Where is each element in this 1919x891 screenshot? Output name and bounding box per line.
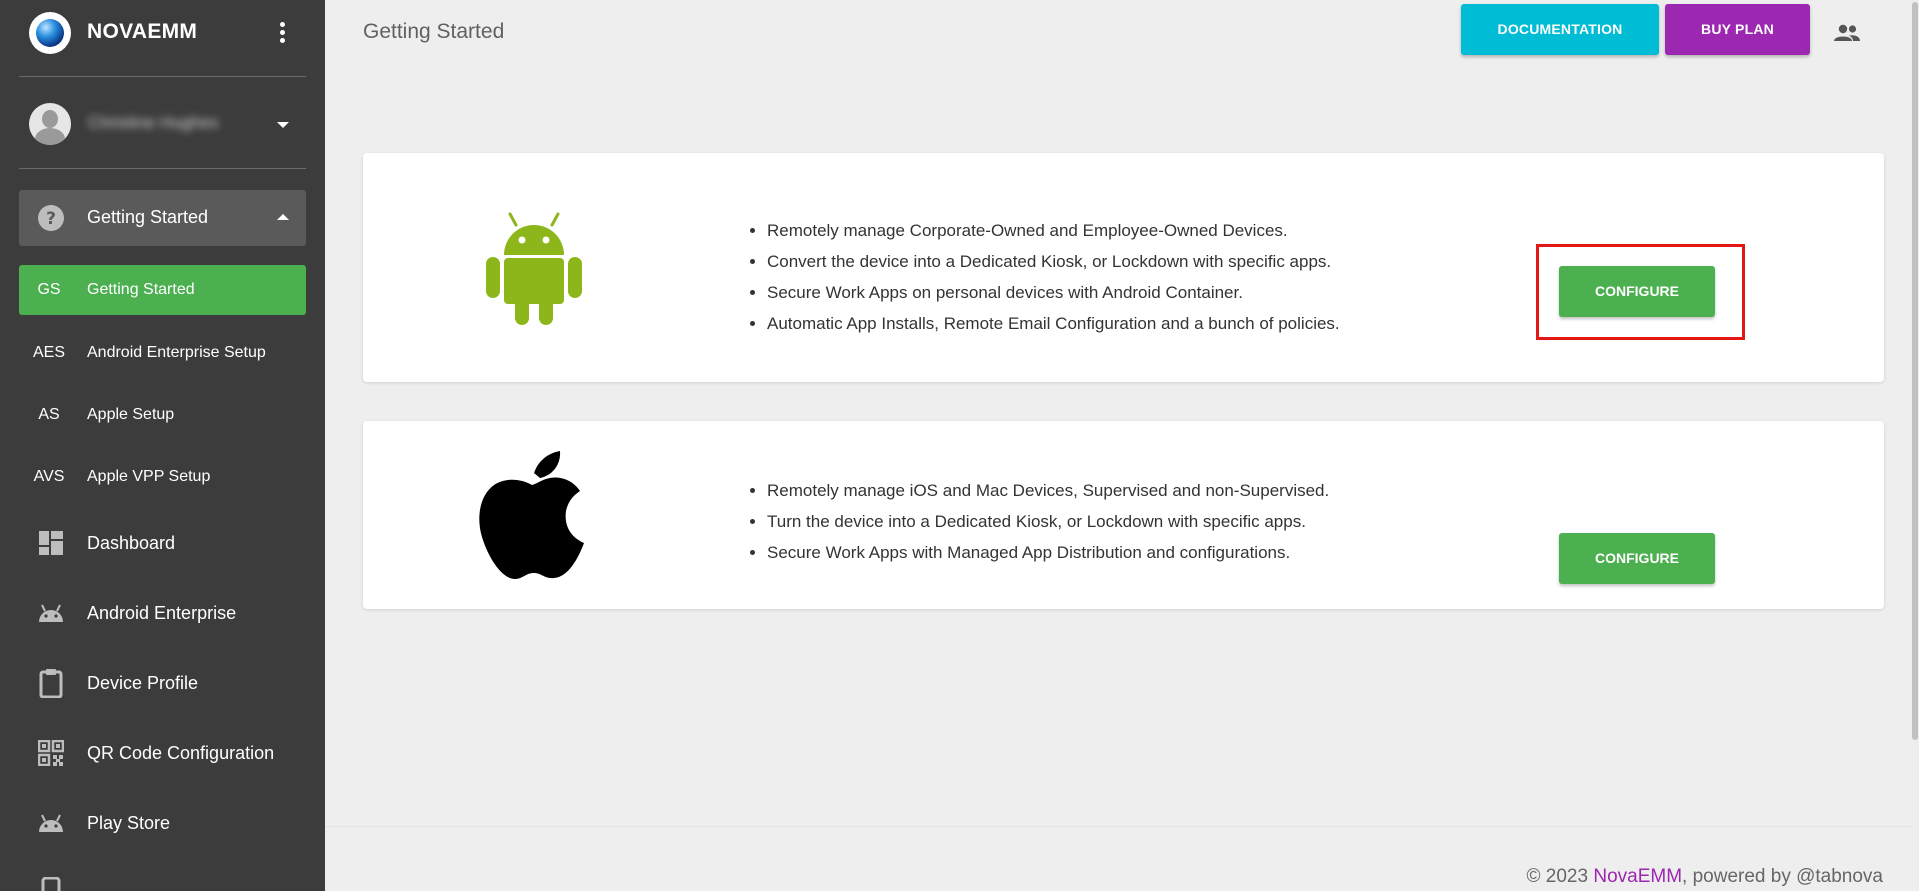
help-circle-icon: ? [38,205,64,231]
user-name: Christine Hughes [88,113,219,132]
documentation-button[interactable]: DOCUMENTATION [1461,4,1659,55]
highlight-box [1536,244,1745,340]
buy-plan-button[interactable]: BUY PLAN [1665,4,1810,55]
sidebar-subitem-label: Getting Started [87,281,195,298]
svg-text:?: ? [46,209,56,229]
footer-brand-link[interactable]: NovaEMM [1593,866,1682,887]
list-item: Remotely manage Corporate-Owned and Empl… [767,215,1340,246]
list-item: Secure Work Apps with Managed App Distri… [767,537,1329,568]
device-icon [41,877,61,891]
page-title: Getting Started [363,20,505,43]
user-menu[interactable]: Christine Hughes [0,95,325,151]
sidebar-subitem-abbr: AES [32,344,65,361]
sidebar-item-label: Device Profile [87,673,199,693]
sidebar-divider [19,76,306,77]
android-icon [39,814,63,832]
avatar [29,103,71,145]
footer-divider [325,826,1919,827]
sidebar-subitem-abbr: GS [37,281,61,298]
sidebar-divider [19,168,306,169]
qr-code-icon [38,740,64,766]
list-item: Secure Work Apps on personal devices wit… [767,277,1340,308]
footer-copyright: © 2023 [1526,866,1594,887]
caret-up-icon [277,214,289,220]
sidebar-item-label: Play Store [87,813,171,833]
sidebar: NOVAEMM Christine Hughes ? Getting Start… [0,0,325,891]
sidebar-item-android-enterprise[interactable]: Android Enterprise [19,585,306,641]
apple-feature-list: Remotely manage iOS and Mac Devices, Sup… [745,475,1329,568]
brand-name: NOVAEMM [87,20,198,43]
android-logo-icon [486,212,582,325]
apple-logo-icon [479,451,584,580]
apple-card: Remotely manage iOS and Mac Devices, Sup… [363,421,1884,609]
scrollbar[interactable] [1911,0,1919,891]
footer: © 2023 NovaEMM, powered by @tabnova [1527,866,1883,888]
sidebar-subitem-abbr: AVS [33,468,65,485]
sidebar-item-play-store[interactable]: Play Store [19,795,306,851]
list-item: Turn the device into a Dedicated Kiosk, … [767,506,1329,537]
sidebar-subitem-apple-setup[interactable]: AS Apple Setup [19,390,306,440]
brand-logo[interactable] [29,12,71,54]
sidebar-subitem-abbr: AS [38,406,60,423]
sidebar-item-device-profile[interactable]: Device Profile [19,655,306,711]
android-icon [39,604,63,622]
people-icon[interactable] [1833,22,1861,44]
dashboard-icon [39,531,63,555]
sidebar-subitem-android-enterprise-setup[interactable]: AES Android Enterprise Setup [19,328,306,378]
sidebar-item-partial[interactable] [19,868,306,891]
sidebar-section-getting-started[interactable]: ? Getting Started [19,190,306,246]
more-vert-icon[interactable] [273,20,291,48]
footer-powered-by: , powered by @tabnova [1682,866,1883,887]
list-item: Automatic App Installs, Remote Email Con… [767,308,1340,339]
list-item: Convert the device into a Dedicated Kios… [767,246,1340,277]
android-feature-list: Remotely manage Corporate-Owned and Empl… [745,215,1340,339]
apple-configure-button[interactable]: CONFIGURE [1559,533,1715,584]
sidebar-item-label: Android Enterprise [87,603,237,623]
sidebar-subitem-apple-vpp-setup[interactable]: AVS Apple VPP Setup [19,452,306,502]
sidebar-subitem-label: Apple Setup [87,406,175,423]
brand: NOVAEMM [0,0,325,70]
sidebar-subitem-label: Android Enterprise Setup [87,344,266,361]
scrollbar-thumb[interactable] [1912,2,1918,740]
sidebar-subitem-label: Apple VPP Setup [87,468,211,485]
sidebar-section-label: Getting Started [87,207,209,227]
sidebar-subitem-getting-started[interactable]: GS Getting Started [19,265,306,315]
caret-down-icon [277,122,289,128]
sidebar-item-label: QR Code Configuration [87,743,275,763]
clipboard-icon [39,669,63,698]
sidebar-item-dashboard[interactable]: Dashboard [19,515,306,571]
list-item: Remotely manage iOS and Mac Devices, Sup… [767,475,1329,506]
sidebar-item-qr-code-configuration[interactable]: QR Code Configuration [19,725,306,781]
sidebar-item-label: Dashboard [87,533,176,553]
